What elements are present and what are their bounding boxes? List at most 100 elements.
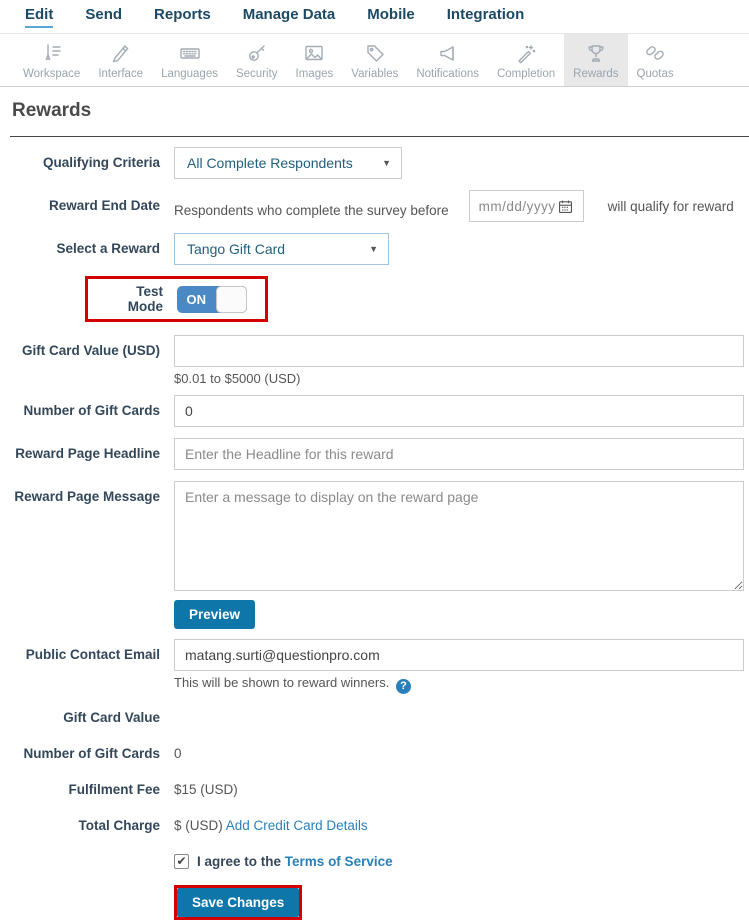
headline-label: Reward Page Headline <box>15 446 160 461</box>
tab-label: Completion <box>496 68 556 80</box>
help-icon[interactable]: ? <box>395 679 411 694</box>
end-date-input[interactable] <box>478 198 557 214</box>
test-mode-toggle[interactable]: ON <box>177 285 247 313</box>
terms-of-service-link[interactable]: Terms of Service <box>285 854 393 869</box>
images-icon <box>302 39 326 66</box>
terms-checkbox[interactable]: ✔ <box>174 854 189 869</box>
num-gift-cards-label: Number of Gift Cards <box>23 403 160 418</box>
select-reward-label: Select a Reward <box>56 241 160 256</box>
contact-email-input[interactable] <box>174 639 744 671</box>
summary-gift-card-value-row: Gift Card Value <box>0 710 744 725</box>
message-label: Reward Page Message <box>14 489 160 504</box>
tab-security[interactable]: Security <box>227 34 287 86</box>
reward-end-date-row: Reward End Date Respondents who complete… <box>0 190 744 222</box>
fulfilment-fee-row: Fulfilment Fee $15 (USD) <box>0 782 744 797</box>
rewards-form: Qualifying Criteria All Complete Respond… <box>0 137 749 920</box>
tab-completion[interactable]: Completion <box>488 34 564 86</box>
toggle-on-label: ON <box>186 291 207 307</box>
variables-icon <box>363 39 387 66</box>
page-header: Rewards <box>0 87 749 122</box>
total-charge-row: Total Charge $ (USD) Add Credit Card Det… <box>0 818 744 833</box>
tab-variables[interactable]: Variables <box>342 34 407 86</box>
tab-languages[interactable]: Languages <box>152 34 227 86</box>
nav-item-send[interactable]: Send <box>85 6 122 28</box>
tab-label: Workspace <box>23 68 81 80</box>
add-credit-card-link[interactable]: Add Credit Card Details <box>226 818 368 833</box>
settings-toolbar: Workspace Interface Languages Security I… <box>0 34 749 87</box>
toggle-knob <box>215 285 247 313</box>
page-title: Rewards <box>12 100 92 121</box>
qualifying-criteria-value: All Complete Respondents <box>187 155 353 171</box>
num-gift-cards-input[interactable] <box>174 395 744 427</box>
summary-num-gift-cards-label: Number of Gift Cards <box>23 746 160 761</box>
tab-notifications[interactable]: Notifications <box>407 34 488 86</box>
save-row: Save Changes <box>0 885 744 920</box>
reward-end-date-label: Reward End Date <box>48 198 160 213</box>
tab-interface[interactable]: Interface <box>89 34 152 86</box>
message-row: Reward Page Message <box>0 481 744 594</box>
tab-images[interactable]: Images <box>287 34 343 86</box>
tab-label: Images <box>295 68 334 80</box>
gift-card-value-input[interactable] <box>174 335 744 367</box>
test-mode-row: Test Mode ON <box>0 276 744 322</box>
tab-quotas[interactable]: Quotas <box>628 34 683 86</box>
qualifying-criteria-select[interactable]: All Complete Respondents ▼ <box>174 147 402 179</box>
total-charge-label: Total Charge <box>78 818 160 833</box>
nav-item-edit[interactable]: Edit <box>25 6 54 28</box>
preview-button[interactable]: Preview <box>174 600 256 629</box>
nav-item-integration[interactable]: Integration <box>447 6 525 28</box>
num-gift-cards-row: Number of Gift Cards <box>0 395 744 427</box>
fulfilment-fee-value: $15 (USD) <box>174 782 238 797</box>
gift-card-value-hint: $0.01 to $5000 (USD) <box>174 371 301 386</box>
interface-icon <box>109 39 133 66</box>
end-date-prefix-text: Respondents who complete the survey befo… <box>174 202 449 218</box>
end-date-suffix-text: will qualify for reward <box>607 198 734 214</box>
calendar-icon <box>558 200 572 213</box>
headline-input[interactable] <box>174 438 744 470</box>
dropdown-arrow-icon: ▼ <box>369 244 378 254</box>
select-reward-row: Select a Reward Tango Gift Card ▼ <box>0 233 744 265</box>
tab-rewards[interactable]: Rewards <box>564 34 628 86</box>
quotas-icon <box>643 39 667 66</box>
save-highlight-box: Save Changes <box>174 885 303 920</box>
security-icon <box>245 39 269 66</box>
test-mode-label: Test Mode <box>127 284 163 314</box>
message-textarea[interactable] <box>174 481 744 591</box>
gift-card-value-row: Gift Card Value (USD) $0.01 to $5000 (US… <box>0 335 744 386</box>
nav-item-reports[interactable]: Reports <box>154 6 211 28</box>
end-date-field[interactable] <box>468 190 584 222</box>
select-reward-value: Tango Gift Card <box>187 241 286 257</box>
qualifying-criteria-label: Qualifying Criteria <box>42 155 160 170</box>
agree-row: ✔ I agree to the Terms of Service <box>0 854 744 869</box>
tab-label: Interface <box>98 68 144 80</box>
contact-email-row: Public Contact Email This will be shown … <box>0 639 744 694</box>
nav-item-manage-data[interactable]: Manage Data <box>243 6 336 28</box>
completion-icon <box>514 39 538 66</box>
tab-label: Rewards <box>573 68 619 80</box>
notifications-icon <box>436 39 460 66</box>
dropdown-arrow-icon: ▼ <box>382 158 391 168</box>
tab-label: Variables <box>351 68 399 80</box>
headline-row: Reward Page Headline <box>0 438 744 470</box>
tab-label: Notifications <box>416 68 479 80</box>
gift-card-value-label: Gift Card Value (USD) <box>21 343 160 358</box>
nav-item-mobile[interactable]: Mobile <box>367 6 415 28</box>
top-navigation: Edit Send Reports Manage Data Mobile Int… <box>0 0 749 34</box>
workspace-icon <box>40 39 64 66</box>
summary-gift-card-value-label: Gift Card Value <box>63 710 160 725</box>
select-reward-select[interactable]: Tango Gift Card ▼ <box>174 233 389 265</box>
tab-label: Languages <box>161 68 218 80</box>
tab-label: Quotas <box>636 68 674 80</box>
total-charge-value: $ (USD) <box>174 818 223 833</box>
save-changes-button[interactable]: Save Changes <box>177 888 300 917</box>
tab-workspace[interactable]: Workspace <box>14 34 89 86</box>
test-mode-highlight-box: Test Mode ON <box>85 276 268 322</box>
summary-num-gift-cards-row: Number of Gift Cards 0 <box>0 746 744 761</box>
contact-email-hint: This will be shown to reward winners. <box>174 675 390 690</box>
agree-text: I agree to the <box>197 854 282 869</box>
languages-icon <box>177 39 203 66</box>
rewards-icon <box>584 39 608 66</box>
contact-email-label: Public Contact Email <box>25 647 160 662</box>
summary-num-gift-cards-value: 0 <box>174 746 182 761</box>
preview-row: Preview <box>0 600 744 629</box>
